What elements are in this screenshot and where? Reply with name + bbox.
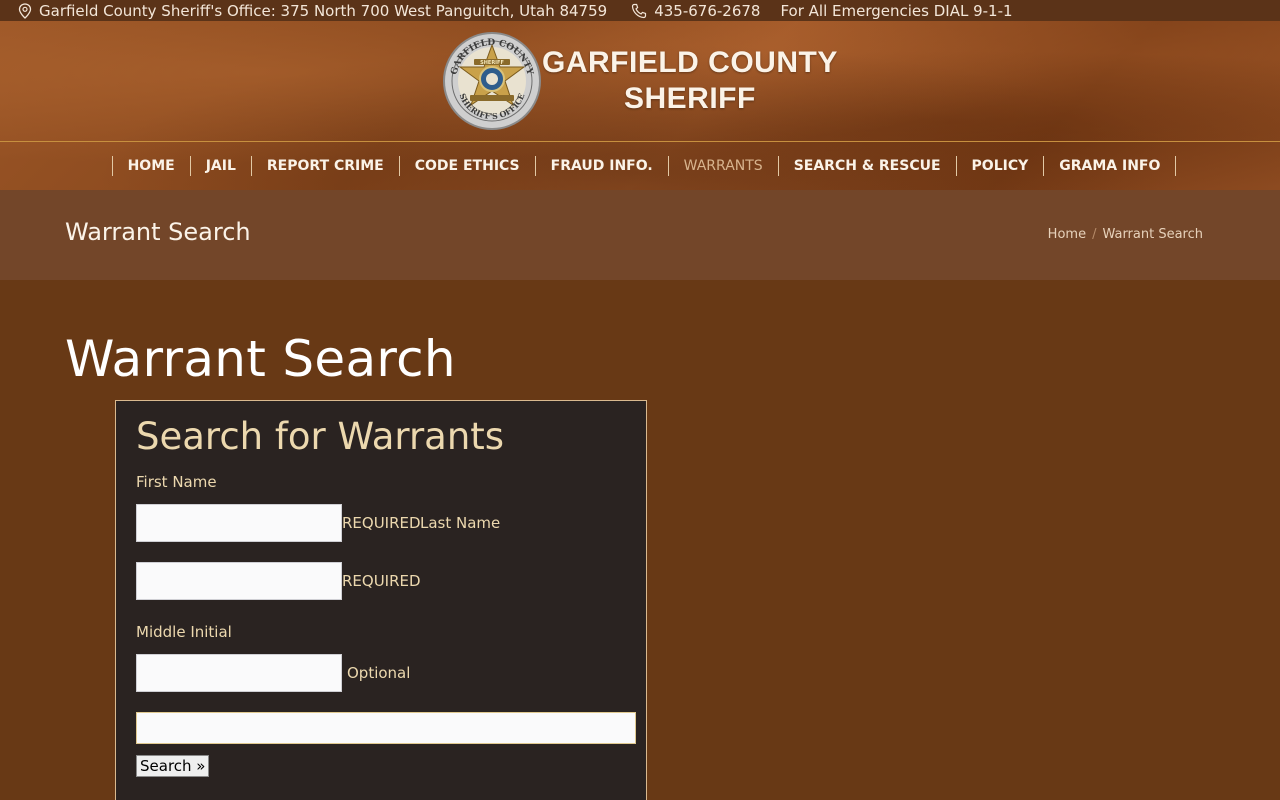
sheriff-badge-logo: GARFIELD COUNTY SHERIFF'S OFFICE SHERIFF bbox=[443, 32, 541, 130]
breadcrumb: Home / Warrant Search bbox=[1048, 227, 1203, 242]
breadcrumb-home[interactable]: Home bbox=[1048, 227, 1086, 242]
nav-search-rescue[interactable]: SEARCH & RESCUE bbox=[777, 156, 956, 176]
form-title: Search for Warrants bbox=[136, 415, 505, 458]
first-name-input[interactable] bbox=[136, 504, 342, 542]
map-pin-icon bbox=[18, 2, 32, 19]
nav-jail[interactable]: JAIL bbox=[189, 156, 251, 176]
address-segment: Garfield County Sheriff's Office: 375 No… bbox=[18, 2, 607, 20]
phone-segment[interactable]: 435-676-2678 bbox=[631, 2, 760, 20]
nav-warrants[interactable]: WARRANTS bbox=[667, 156, 778, 176]
first-name-label: First Name bbox=[136, 473, 217, 491]
nav-policy[interactable]: POLICY bbox=[955, 156, 1044, 176]
extra-text-field[interactable] bbox=[136, 712, 636, 744]
main-nav: HOME JAIL REPORT CRIME CODE ETHICS FRAUD… bbox=[0, 142, 1280, 190]
middle-initial-input[interactable] bbox=[136, 654, 342, 692]
last-name-required: REQUIRED bbox=[342, 572, 421, 590]
breadcrumb-separator: / bbox=[1092, 227, 1097, 242]
search-button[interactable]: Search » bbox=[136, 755, 210, 777]
page-title: Warrant Search bbox=[65, 218, 251, 246]
top-info-bar: Garfield County Sheriff's Office: 375 No… bbox=[0, 0, 1280, 21]
nav-report-crime[interactable]: REPORT CRIME bbox=[250, 156, 399, 176]
nav-code-ethics[interactable]: CODE ETHICS bbox=[398, 156, 535, 176]
nav-fraud-info[interactable]: FRAUD INFO. bbox=[534, 156, 668, 176]
site-title-line2: SHERIFF bbox=[623, 82, 756, 115]
emergency-text: For All Emergencies DIAL 9-1-1 bbox=[780, 1, 1013, 20]
site-title: GARFIELD COUNTY SHERIFF bbox=[542, 45, 838, 117]
logo-link[interactable]: GARFIELD COUNTY SHERIFF'S OFFICE SHERIFF… bbox=[442, 31, 838, 131]
middle-initial-optional: Optional bbox=[347, 664, 411, 682]
nav-grama-info[interactable]: GRAMA INFO bbox=[1043, 156, 1177, 176]
site-header: GARFIELD COUNTY SHERIFF'S OFFICE SHERIFF… bbox=[0, 21, 1280, 190]
warrant-search-form: Search for Warrants First Name REQUIRED … bbox=[115, 400, 647, 800]
address-text: Garfield County Sheriff's Office: 375 No… bbox=[39, 1, 608, 20]
site-title-line1: GARFIELD COUNTY bbox=[542, 46, 838, 79]
badge-center-text: SHERIFF bbox=[480, 60, 504, 66]
breadcrumb-current: Warrant Search bbox=[1102, 227, 1203, 242]
main-heading: Warrant Search bbox=[65, 330, 456, 388]
first-name-required: REQUIRED bbox=[342, 514, 421, 532]
middle-initial-label: Middle Initial bbox=[136, 623, 232, 641]
page-title-band: Warrant Search Home / Warrant Search bbox=[0, 190, 1280, 280]
nav-home[interactable]: HOME bbox=[111, 156, 190, 176]
phone-text[interactable]: 435-676-2678 bbox=[654, 2, 760, 20]
phone-icon bbox=[631, 3, 647, 19]
last-name-label: Last Name bbox=[420, 514, 501, 532]
last-name-input[interactable] bbox=[136, 562, 342, 600]
